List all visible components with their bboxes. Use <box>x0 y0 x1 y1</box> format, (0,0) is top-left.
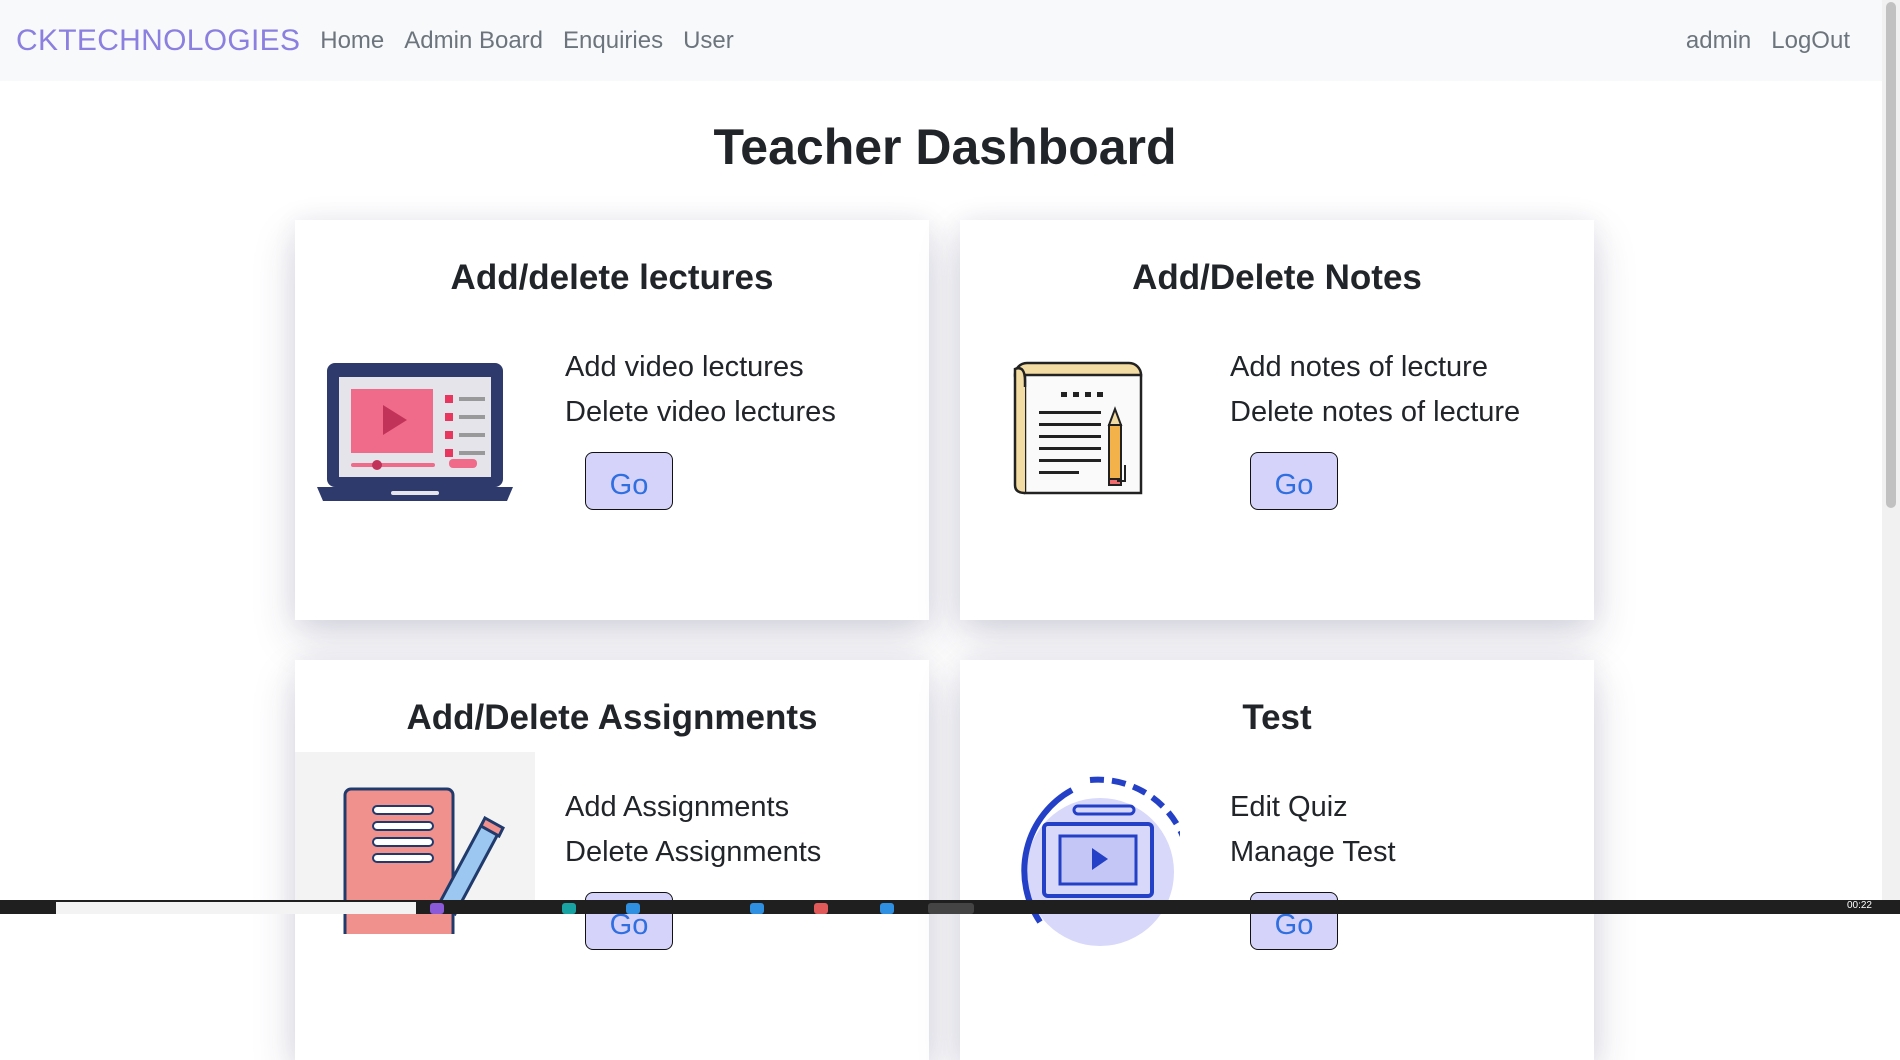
app-icon[interactable] <box>928 903 974 914</box>
os-taskbar: 00:22 <box>0 900 1900 914</box>
app-icon[interactable] <box>814 903 828 914</box>
card-lectures: Add/delete lectures Add video lectures D… <box>295 220 929 620</box>
card-line: Add notes of lecture <box>1230 351 1488 383</box>
card-title: Add/Delete Assignments <box>406 698 818 737</box>
scrollbar-thumb[interactable] <box>1886 2 1896 508</box>
app-icon[interactable] <box>626 903 640 914</box>
app-icon[interactable] <box>750 903 764 914</box>
go-button-lectures[interactable]: Go <box>585 452 673 510</box>
card-line: Add Assignments <box>565 791 790 823</box>
taskbar-search[interactable] <box>56 902 416 914</box>
nav-user[interactable]: User <box>673 27 744 55</box>
card-title: Add/Delete Notes <box>1132 258 1422 297</box>
app-icon[interactable] <box>430 903 444 914</box>
nav-admin-user[interactable]: admin <box>1676 27 1761 55</box>
card-assignments: Add/Delete Assignments Add Assignments D… <box>295 660 929 1060</box>
card-lines: Add video lectures Delete video lectures <box>565 345 836 435</box>
app-icon[interactable] <box>562 903 576 914</box>
card-notes: Add/Delete Notes Add notes of lecture De… <box>960 220 1594 620</box>
card-line: Add video lectures <box>565 351 804 383</box>
card-line: Delete notes of lecture <box>1230 396 1521 428</box>
nav-home[interactable]: Home <box>310 27 394 55</box>
app-icon[interactable] <box>880 903 894 914</box>
navbar: CKTECHNOLOGIES Home Admin Board Enquirie… <box>0 0 1900 81</box>
assignment-pencil-icon <box>295 752 535 934</box>
card-line: Edit Quiz <box>1230 791 1348 823</box>
card-test: Test Edit Quiz Manage Test Go <box>960 660 1594 1060</box>
card-lines: Add notes of lecture Delete notes of lec… <box>1230 345 1520 435</box>
card-line: Delete Assignments <box>565 836 822 868</box>
page-title: Teacher Dashboard <box>713 119 1177 175</box>
online-test-icon <box>960 772 1200 972</box>
notepad-pencil-icon <box>960 330 1200 530</box>
brand-link[interactable]: CKTECHNOLOGIES <box>16 24 300 58</box>
nav-logout[interactable]: LogOut <box>1761 27 1860 55</box>
card-title: Add/delete lectures <box>450 258 774 297</box>
nav-right: admin LogOut <box>1676 27 1860 55</box>
laptop-video-icon <box>295 330 535 530</box>
nav-admin-board[interactable]: Admin Board <box>394 27 553 55</box>
card-lines: Add Assignments Delete Assignments <box>565 785 821 875</box>
card-line: Manage Test <box>1230 836 1396 868</box>
nav-enquiries[interactable]: Enquiries <box>553 27 673 55</box>
nav-links: Home Admin Board Enquiries User <box>310 27 744 55</box>
card-title: Test <box>1242 698 1312 737</box>
taskbar-clock: 00:22 <box>1846 900 1872 911</box>
card-lines: Edit Quiz Manage Test <box>1230 785 1396 875</box>
go-button-notes[interactable]: Go <box>1250 452 1338 510</box>
card-line: Delete video lectures <box>565 396 836 428</box>
